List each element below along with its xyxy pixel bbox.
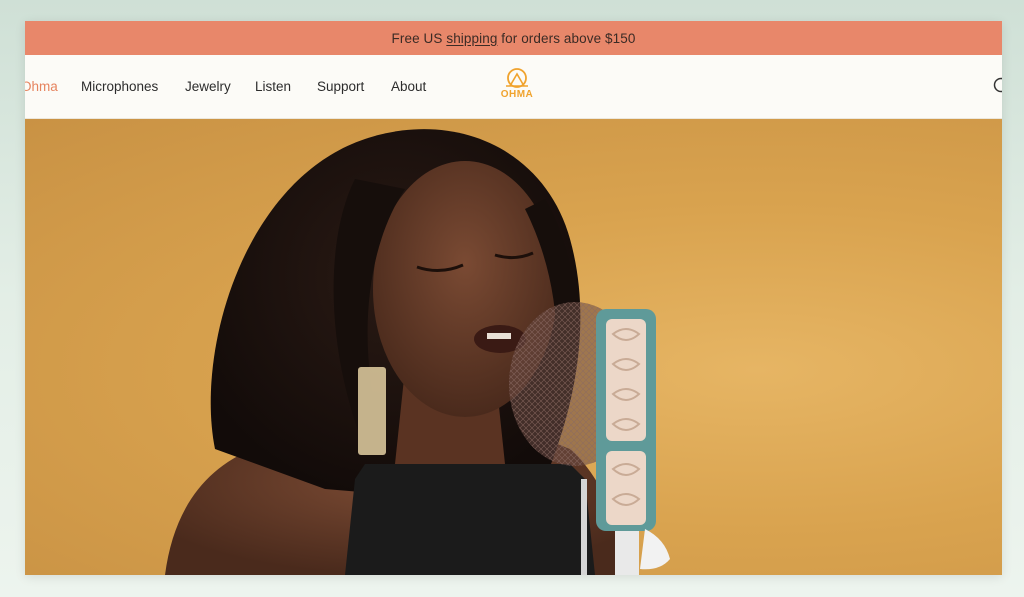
nav-item-about[interactable]: About xyxy=(391,55,426,118)
nav-item-microphones[interactable]: Microphones xyxy=(81,55,158,118)
nav-item-label: Support xyxy=(317,79,365,94)
shipping-link[interactable]: shipping xyxy=(446,31,497,46)
announcement-bar: Free US shipping for orders above $150 xyxy=(25,21,1002,55)
main-nav: Ohma Microphones Jewelry Listen Support … xyxy=(25,55,1002,119)
announcement-suffix: for orders above $150 xyxy=(497,30,636,46)
browser-viewport: Free US shipping for orders above $150 O… xyxy=(25,21,1002,575)
nav-item-label: Jewelry xyxy=(185,79,231,94)
nav-item-label: Listen xyxy=(255,79,292,94)
hero-image xyxy=(25,119,1002,575)
nav-item-label: Ohma xyxy=(25,79,58,94)
announcement-prefix: Free US xyxy=(391,30,447,46)
nav-item-label: Microphones xyxy=(81,79,159,94)
ohma-logo[interactable]: OHMA xyxy=(497,67,537,107)
nav-item-jewelry[interactable]: Jewelry xyxy=(185,55,231,118)
logo-wordmark: OHMA xyxy=(500,89,534,100)
nav-item-label: About xyxy=(391,79,427,94)
nav-item-listen[interactable]: Listen xyxy=(255,55,291,118)
hero-photo-singer xyxy=(165,129,670,575)
nav-item-support[interactable]: Support xyxy=(317,55,364,118)
search-icon[interactable] xyxy=(992,76,1002,96)
nav-item-ohma[interactable]: Ohma xyxy=(25,55,58,118)
